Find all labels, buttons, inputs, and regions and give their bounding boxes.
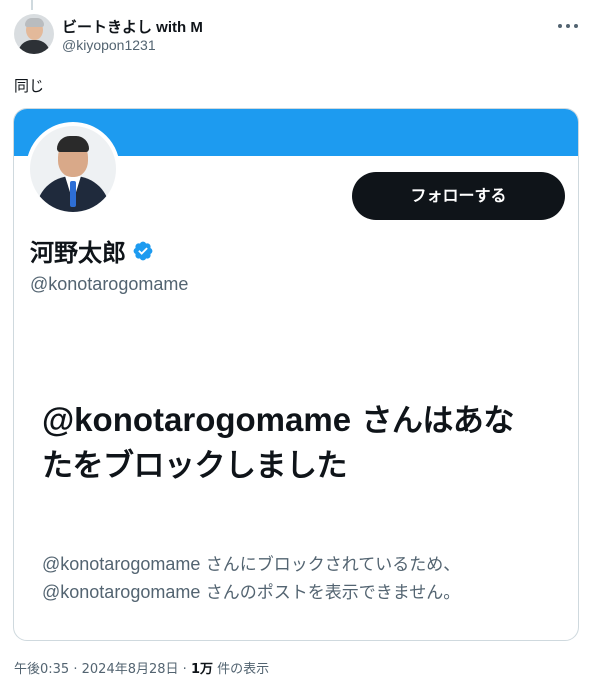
tweet-header: ビートきよし with M @kiyopon1231 (14, 14, 580, 60)
tweet-text: 同じ (14, 77, 45, 95)
author-avatar[interactable] (14, 14, 54, 54)
blocked-description: @konotarogomame さんにブロックされているため、 @konotar… (42, 551, 542, 607)
profile-handle: @konotarogomame (30, 274, 189, 294)
verified-badge-icon (133, 241, 153, 260)
profile-name-row: 河野太郎 (30, 233, 154, 268)
author-handle[interactable]: @kiyopon1231 (62, 37, 156, 53)
meta-separator: · (182, 662, 187, 677)
blocked-desc-text-2: さんのポストを表示できません。 (205, 583, 461, 603)
blocked-desc-handle-2: @konotarogomame (42, 582, 201, 602)
more-dots-icon[interactable] (556, 20, 580, 32)
views-label: 件の表示 (217, 662, 270, 677)
follow-button[interactable]: フォローする (352, 172, 565, 220)
profile-avatar[interactable] (26, 122, 120, 216)
tweet-meta: 午後0:35 · 2024年8月28日 · 1万 件の表示 (14, 658, 269, 677)
tweet-time[interactable]: 午後0:35 (14, 662, 69, 677)
author-display-name[interactable]: ビートきよし with M (62, 16, 203, 37)
meta-separator: · (73, 662, 78, 677)
views-count[interactable]: 1万 (191, 662, 213, 677)
blocked-desc-handle-1: @konotarogomame (42, 554, 201, 574)
tweet-date[interactable]: 2024年8月28日 (82, 662, 179, 677)
blocked-heading-handle: @konotarogomame (42, 401, 352, 438)
blocked-desc-text-1: さんにブロックされているため、 (205, 555, 461, 575)
embedded-profile-card[interactable]: フォローする 河野太郎 @konotarogomame @konotarogom… (13, 108, 579, 641)
profile-name: 河野太郎 (30, 239, 126, 267)
thread-connector-line (31, 0, 33, 10)
blocked-heading: @konotarogomame さんはあなたをブロックしました (42, 397, 542, 489)
